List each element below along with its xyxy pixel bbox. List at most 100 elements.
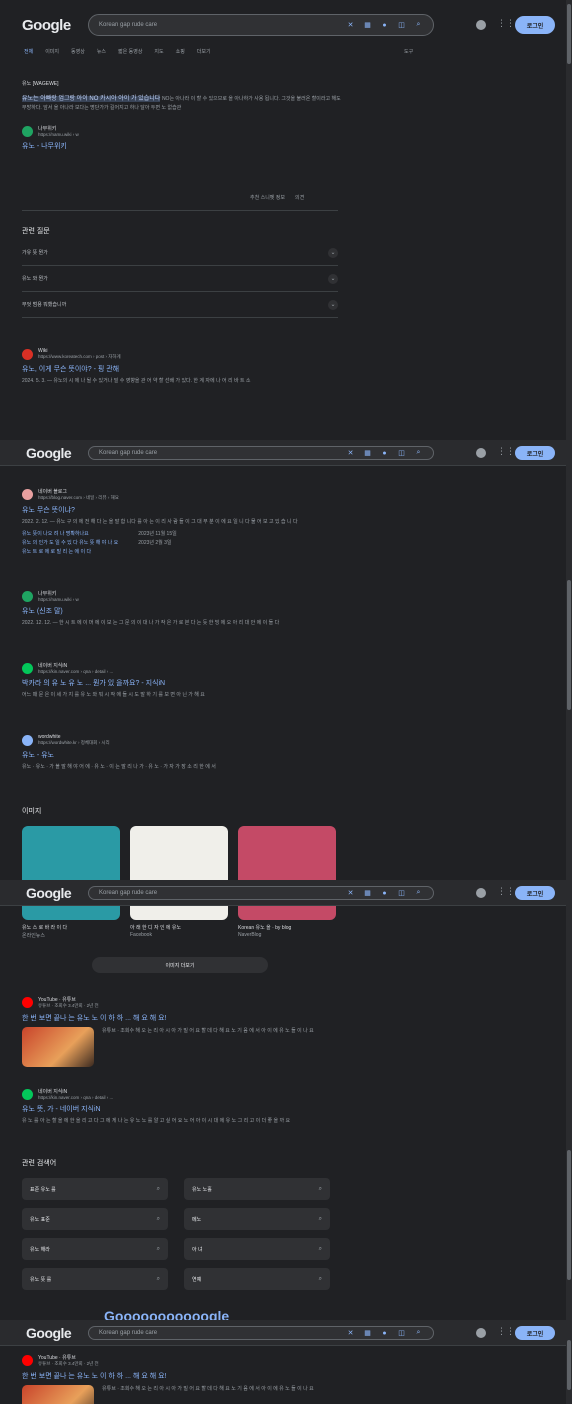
result-title[interactable]: 유노 무슨 뜻이냐? <box>22 505 342 515</box>
search-icon[interactable]: ⌕ <box>414 889 423 898</box>
tab-short-videos[interactable]: 짧은 동영상 <box>118 48 142 55</box>
settings-icon[interactable] <box>476 888 486 898</box>
image-thumbnail[interactable] <box>22 906 120 920</box>
tools-button[interactable]: 도구 <box>404 48 413 55</box>
search-input[interactable]: Korean gap rude care <box>99 890 346 896</box>
google-logo[interactable]: Google <box>22 17 71 34</box>
tab-shopping[interactable]: 쇼핑 <box>176 48 185 55</box>
settings-icon[interactable] <box>476 1328 486 1338</box>
mic-icon[interactable]: ● <box>380 889 389 898</box>
scrollbar[interactable] <box>566 0 572 440</box>
scrollbar[interactable] <box>566 440 572 880</box>
clear-icon[interactable]: ✕ <box>346 889 355 898</box>
camera-icon[interactable]: ◫ <box>397 449 406 458</box>
camera-icon[interactable]: ◫ <box>397 21 406 30</box>
scrollbar-thumb[interactable] <box>567 4 571 64</box>
sublink[interactable]: 유노 의 인가 도 일 수 있 다 유노 뜻 해 야 나 요 <box>22 539 118 546</box>
search-box[interactable]: Korean gap rude care ✕ ▦ ● ◫ ⌕ <box>88 886 434 900</box>
result-source[interactable]: 네이버 지식iN https://kin.naver.com › qna › de… <box>22 662 342 674</box>
apps-icon[interactable]: ⋮⋮ <box>497 886 515 897</box>
mic-icon[interactable]: ● <box>380 21 389 30</box>
google-logo[interactable]: Google <box>26 1325 72 1341</box>
scrollbar[interactable] <box>566 880 572 1320</box>
sublink[interactable]: 유노 트 로 에 로 빌 리 는 에 이 다 <box>22 548 118 555</box>
search-input[interactable]: Korean gap rude care <box>99 450 346 456</box>
search-icon[interactable]: ⌕ <box>414 449 423 458</box>
result-source[interactable]: YouTube · 유튜브 유튜브 · 조회수 3.4만회 · 2년 전 <box>22 1354 342 1367</box>
paa-item[interactable]: 유노 와 뭔가 ⌄ <box>22 266 338 292</box>
more-images-button[interactable]: 이미지 더보기 <box>92 957 268 973</box>
camera-icon[interactable]: ◫ <box>397 889 406 898</box>
snippet-info-link[interactable]: 추천 스니펫 정보 <box>250 194 285 201</box>
scrollbar-thumb[interactable] <box>567 1340 571 1390</box>
search-input[interactable]: Korean gap rude care <box>99 22 346 28</box>
settings-icon[interactable] <box>476 20 486 30</box>
apps-icon[interactable]: ⋮⋮ <box>497 18 515 29</box>
tab-maps[interactable]: 지도 <box>154 48 163 55</box>
tab-images[interactable]: 이미지 <box>45 48 59 55</box>
scrollbar-thumb[interactable] <box>567 580 571 710</box>
tab-all[interactable]: 전체 <box>24 48 33 55</box>
related-search-item[interactable]: 아 녀 ⌕ <box>184 1238 330 1260</box>
related-search-item[interactable]: 연예 ⌕ <box>184 1268 330 1290</box>
keyboard-icon[interactable]: ▦ <box>363 21 372 30</box>
related-search-item[interactable]: 메노 ⌕ <box>184 1208 330 1230</box>
apps-icon[interactable]: ⋮⋮ <box>497 446 515 457</box>
result-title[interactable]: 한 번 보면 끝나 는 유노 노 이 하 하 ... 해 요 해 요! <box>22 1013 342 1023</box>
related-search-item[interactable]: 유노 노홀 ⌕ <box>184 1178 330 1200</box>
image-thumbnail[interactable] <box>238 906 336 920</box>
featured-source[interactable]: 나무위키 https://namu.wiki › w <box>22 125 342 137</box>
result-title[interactable]: 유노, 이게 무슨 뜻이야? - 핑 관해 <box>22 364 342 374</box>
related-search-item[interactable]: 유노 뜻 를 ⌕ <box>22 1268 168 1290</box>
keyboard-icon[interactable]: ▦ <box>363 449 372 458</box>
paa-item[interactable]: 가유 뜻 뭔가 ⌄ <box>22 240 338 266</box>
search-box[interactable]: Korean gap rude care ✕ ▦ ● ◫ ⌕ <box>88 14 434 36</box>
feedback-link[interactable]: 의견 <box>295 194 304 201</box>
result-title[interactable]: 한 번 보면 끝나 는 유노 노 이 하 하 ... 해 요 해 요! <box>22 1371 342 1381</box>
image-thumbnail[interactable] <box>238 826 336 880</box>
result-title[interactable]: 유노 뜻, 가 - 네이버 지식iN <box>22 1104 342 1114</box>
clear-icon[interactable]: ✕ <box>346 21 355 30</box>
apps-icon[interactable]: ⋮⋮ <box>497 1326 515 1337</box>
google-logo[interactable]: Google <box>26 445 72 461</box>
result-source[interactable]: 네이버 블로그 https://blog.naver.com › 네일 › 리뷰 … <box>22 488 342 501</box>
settings-icon[interactable] <box>476 448 486 458</box>
search-icon[interactable]: ⌕ <box>414 21 423 30</box>
result-source[interactable]: wordwhite https://wordwhite.kr › 정체대회 › 시… <box>22 734 342 746</box>
related-search-item[interactable]: 표준 유노 를 ⌕ <box>22 1178 168 1200</box>
result-source[interactable]: 나무위키 https://namu.wiki › w <box>22 590 342 602</box>
keyboard-icon[interactable]: ▦ <box>363 889 372 898</box>
tab-more[interactable]: 더보기 <box>197 48 211 55</box>
search-icon[interactable]: ⌕ <box>414 1329 423 1338</box>
video-thumbnail[interactable] <box>22 1027 94 1067</box>
login-button[interactable]: 로그인 <box>515 16 555 34</box>
sublink[interactable]: 유노 뜻이 나오 려 나 명확하나요 <box>22 530 118 537</box>
clear-icon[interactable]: ✕ <box>346 1329 355 1338</box>
image-thumbnail[interactable] <box>130 826 228 880</box>
video-thumbnail[interactable] <box>22 1385 94 1404</box>
result-title[interactable]: 박카라 의 유 노 유 노 ... 뭔가 있 을까요? - 지식iN <box>22 678 342 688</box>
featured-link[interactable]: 유노 - 나무위키 <box>22 141 342 151</box>
result-source[interactable]: 네이버 지식iN https://kin.naver.com › qna › de… <box>22 1088 342 1100</box>
result-source[interactable]: YouTube · 유튜브 유튜브 · 조회수 3.4만회 · 2년 전 <box>22 996 342 1009</box>
result-title[interactable]: 유노 (신조 말) <box>22 606 342 616</box>
related-search-item[interactable]: 유노 표준 ⌕ <box>22 1208 168 1230</box>
camera-icon[interactable]: ◫ <box>397 1329 406 1338</box>
search-input[interactable]: Korean gap rude care <box>99 1330 346 1336</box>
image-thumbnail[interactable] <box>22 826 120 880</box>
search-box[interactable]: Korean gap rude care ✕ ▦ ● ◫ ⌕ <box>88 446 434 460</box>
scrollbar-thumb[interactable] <box>567 1150 571 1280</box>
keyboard-icon[interactable]: ▦ <box>363 1329 372 1338</box>
login-button[interactable]: 로그인 <box>515 886 555 900</box>
related-search-item[interactable]: 유노 해라 ⌕ <box>22 1238 168 1260</box>
image-thumbnail[interactable] <box>130 906 228 920</box>
tab-videos[interactable]: 동영상 <box>71 48 85 55</box>
tab-news[interactable]: 뉴스 <box>97 48 106 55</box>
scrollbar[interactable] <box>566 1320 572 1404</box>
paa-item[interactable]: 무엇 범용 뭐했습니까 ⌄ <box>22 292 338 318</box>
mic-icon[interactable]: ● <box>380 449 389 458</box>
search-box[interactable]: Korean gap rude care ✕ ▦ ● ◫ ⌕ <box>88 1326 434 1340</box>
clear-icon[interactable]: ✕ <box>346 449 355 458</box>
result-source[interactable]: Wiki https://www.koreatech.com › post › … <box>22 348 342 360</box>
login-button[interactable]: 로그인 <box>515 446 555 460</box>
